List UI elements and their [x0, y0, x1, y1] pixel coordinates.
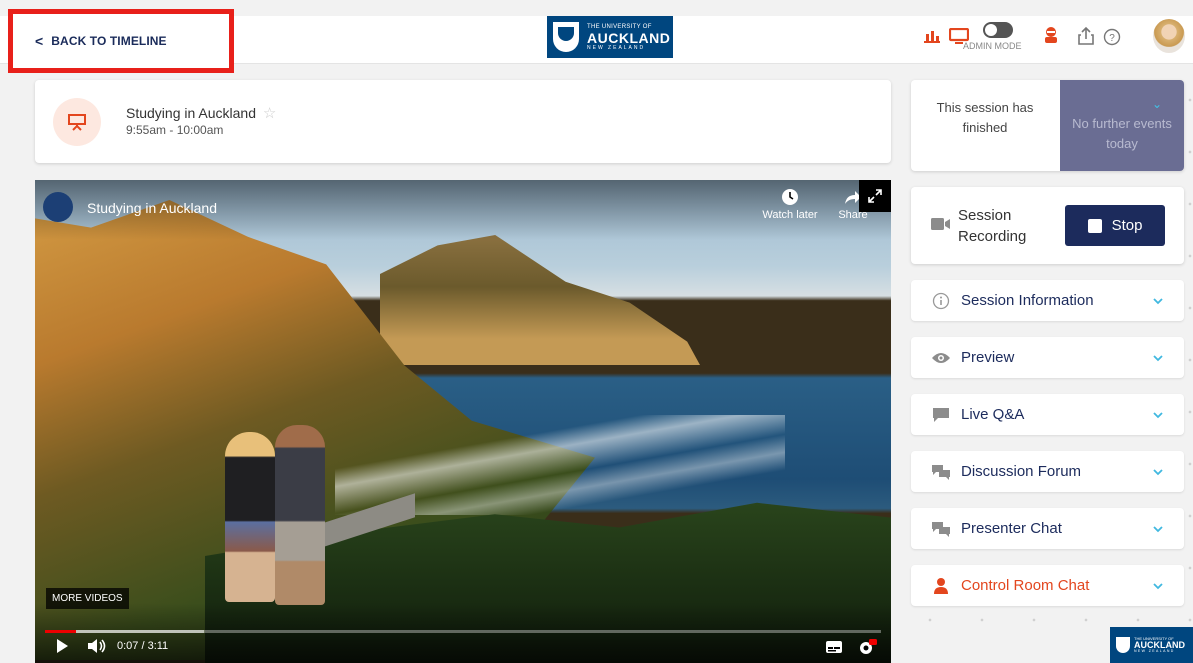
video-player[interactable]: Studying in Auckland Watch later Share M…: [35, 180, 891, 663]
volume-icon[interactable]: [87, 638, 107, 659]
analytics-icon[interactable]: [923, 28, 941, 49]
logo-line1: THE UNIVERSITY OF: [587, 23, 652, 30]
panel-session-information[interactable]: Session Information: [911, 280, 1184, 321]
share-icon[interactable]: [1078, 26, 1094, 51]
chevron-down-icon: ⌄: [1151, 97, 1162, 111]
svg-text:?: ?: [1109, 33, 1115, 44]
no-further-events-text: No further events today: [1072, 116, 1172, 151]
person-icon: [931, 576, 951, 596]
settings-gear-icon[interactable]: [857, 638, 877, 661]
video-bottom-gradient: [35, 603, 891, 663]
admin-mode-toggle[interactable]: [983, 22, 1013, 38]
session-recording-card: Session Recording Stop: [911, 187, 1184, 264]
video-frame-person-1: [225, 432, 275, 602]
logo-line2: AUCKLAND: [587, 29, 671, 46]
next-events-panel[interactable]: ⌄ No further events today: [1060, 80, 1184, 171]
help-icon[interactable]: ?: [1103, 28, 1121, 51]
top-header: < BACK TO TIMELINE THE UNIVERSITY OF AUC…: [0, 9, 1193, 73]
session-status-card: This session has finished ⌄ No further e…: [911, 80, 1184, 171]
fullscreen-icon[interactable]: [859, 180, 891, 212]
stop-label: Stop: [1111, 217, 1143, 234]
chat-bubble-icon: [931, 405, 951, 425]
session-recording-label: Session Recording: [958, 205, 1048, 247]
chevron-down-icon: [1152, 406, 1164, 424]
info-icon: [931, 291, 951, 311]
panel-presenter-chat[interactable]: Presenter Chat: [911, 508, 1184, 549]
footer-logo-line3: NEW ZEALAND: [1134, 648, 1175, 653]
panel-label: Control Room Chat: [961, 577, 1090, 594]
presenter-icon[interactable]: [1043, 26, 1059, 49]
session-card: Studying in Auckland ☆ 9:55am - 10:00am: [35, 80, 891, 163]
video-progress-bar[interactable]: [45, 630, 881, 633]
university-logo: THE UNIVERSITY OF AUCKLAND NEW ZEALAND: [547, 16, 673, 58]
chevron-down-icon: [1152, 577, 1164, 595]
session-time: 9:55am - 10:00am: [126, 123, 224, 137]
watch-later-label: Watch later: [762, 209, 818, 221]
chat-bubbles-icon: [931, 462, 951, 482]
panel-preview[interactable]: Preview: [911, 337, 1184, 378]
chat-bubbles-icon: [931, 519, 951, 539]
panel-live-qa[interactable]: Live Q&A: [911, 394, 1184, 435]
session-finished-text: This session has finished: [936, 100, 1034, 135]
stop-recording-button[interactable]: Stop: [1065, 205, 1165, 246]
crest-icon: [553, 22, 579, 52]
watch-later-button[interactable]: Watch later: [755, 188, 825, 221]
eye-icon: [931, 348, 951, 368]
panel-label: Session Information: [961, 292, 1094, 309]
session-recording-text: Session Recording: [958, 207, 1027, 245]
video-camera-icon: [931, 217, 951, 236]
back-to-timeline-label: BACK TO TIMELINE: [51, 34, 167, 48]
played-bar: [45, 630, 76, 633]
footer-university-logo: THE UNIVERSITY OF AUCKLAND NEW ZEALAND: [1110, 627, 1193, 663]
video-time: 0:07 / 3:11: [117, 640, 169, 652]
panel-control-room-chat[interactable]: Control Room Chat: [911, 565, 1184, 606]
video-frame-headland: [380, 235, 700, 365]
user-avatar[interactable]: [1153, 19, 1185, 53]
panel-label: Discussion Forum: [961, 463, 1082, 480]
video-title[interactable]: Studying in Auckland: [87, 200, 217, 216]
channel-logo-icon[interactable]: [43, 192, 73, 222]
logo-line3: NEW ZEALAND: [587, 44, 646, 51]
chevron-down-icon: [1152, 520, 1164, 538]
chevron-left-icon: <: [35, 33, 44, 49]
admin-mode-label: ADMIN MODE: [963, 41, 1022, 51]
captions-icon[interactable]: [825, 640, 843, 659]
star-icon[interactable]: ☆: [263, 105, 276, 122]
header-icons: ADMIN MODE ?: [903, 16, 1193, 64]
panel-label: Live Q&A: [961, 406, 1025, 423]
panel-discussion-forum[interactable]: Discussion Forum: [911, 451, 1184, 492]
panel-label: Presenter Chat: [961, 520, 1062, 537]
chevron-down-icon: [1152, 292, 1164, 310]
chevron-down-icon: [1152, 349, 1164, 367]
crest-icon: [1116, 637, 1130, 653]
video-frame-person-2: [275, 425, 325, 605]
clock-icon: [782, 189, 798, 205]
back-to-timeline-button[interactable]: < BACK TO TIMELINE: [8, 9, 234, 73]
play-icon[interactable]: [55, 638, 69, 659]
chevron-down-icon: [1152, 463, 1164, 481]
stop-icon: [1087, 218, 1102, 233]
panel-label: Preview: [961, 349, 1015, 366]
presentation-icon: [53, 98, 101, 146]
session-title: Studying in Auckland: [126, 105, 256, 121]
